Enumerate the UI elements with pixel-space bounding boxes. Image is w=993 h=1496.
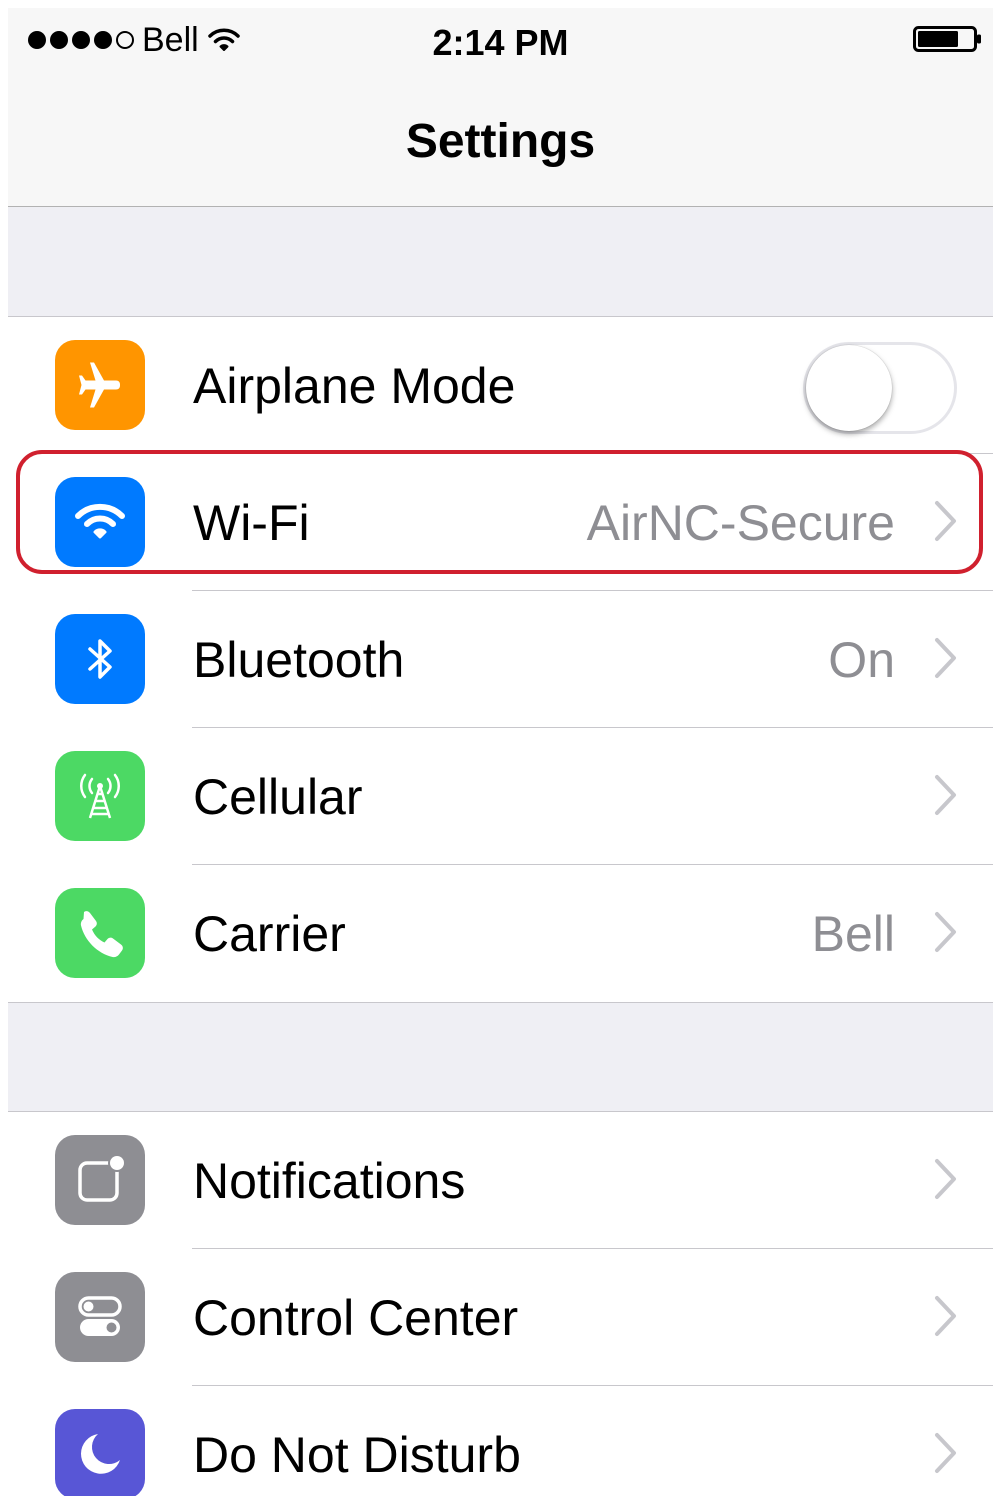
carrier-row[interactable]: Carrier Bell — [8, 865, 993, 1002]
settings-group-connectivity: Airplane Mode Wi-Fi AirNC-Secure Bluetoo… — [8, 316, 993, 1003]
airplane-mode-toggle[interactable] — [803, 342, 957, 434]
phone-icon — [55, 888, 145, 978]
wifi-row[interactable]: Wi-Fi AirNC-Secure — [8, 454, 993, 591]
airplane-mode-label: Airplane Mode — [193, 358, 516, 414]
chevron-right-icon — [935, 501, 956, 541]
cellular-antenna-icon — [55, 751, 145, 841]
chevron-right-icon — [935, 638, 956, 678]
carrier-value: Bell — [811, 906, 895, 962]
bluetooth-icon — [55, 614, 145, 704]
chevron-right-icon — [935, 912, 956, 952]
bluetooth-label: Bluetooth — [193, 632, 405, 688]
do-not-disturb-label: Do Not Disturb — [193, 1427, 521, 1483]
do-not-disturb-row[interactable]: Do Not Disturb — [8, 1386, 993, 1496]
settings-group-system: Notifications Control Center Do Not Dist… — [8, 1111, 993, 1496]
status-time: 2:14 PM — [432, 22, 569, 63]
chevron-right-icon — [935, 775, 956, 815]
chevron-right-icon — [935, 1433, 956, 1473]
bluetooth-value: On — [828, 632, 895, 688]
cellular-label: Cellular — [193, 769, 363, 825]
notifications-row[interactable]: Notifications — [8, 1112, 993, 1249]
chevron-right-icon — [935, 1296, 956, 1336]
notifications-label: Notifications — [193, 1153, 466, 1209]
notifications-icon — [55, 1135, 145, 1225]
status-bar: Bell 2:14 PM — [8, 8, 993, 70]
page-title: Settings — [405, 115, 596, 168]
control-center-label: Control Center — [193, 1290, 519, 1346]
carrier-label: Carrier — [193, 906, 346, 962]
settings-screen: Bell 2:14 PM Settings Airplane Mode Wi-F… — [8, 8, 993, 1496]
airplane-mode-row: Airplane Mode — [8, 317, 993, 454]
control-center-icon — [55, 1272, 145, 1362]
navigation-bar: Settings — [8, 70, 993, 207]
wifi-icon — [55, 477, 145, 567]
bluetooth-row[interactable]: Bluetooth On — [8, 591, 993, 728]
wifi-network-value: AirNC-Secure — [586, 495, 895, 551]
wifi-label: Wi-Fi — [193, 495, 310, 551]
toggle-knob — [806, 345, 892, 431]
airplane-icon — [55, 340, 145, 430]
chevron-right-icon — [935, 1159, 956, 1199]
moon-icon — [55, 1409, 145, 1496]
battery-icon — [913, 26, 981, 52]
control-center-row[interactable]: Control Center — [8, 1249, 993, 1386]
cellular-row[interactable]: Cellular — [8, 728, 993, 865]
